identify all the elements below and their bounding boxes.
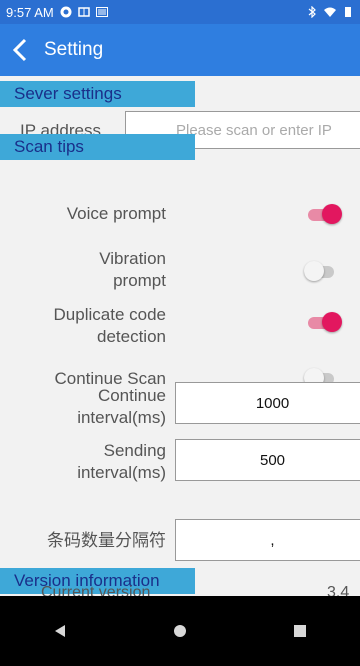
chevron-left-icon	[12, 38, 27, 62]
version-row: Current version 3.4	[0, 584, 360, 596]
vibration-prompt-label-line1: Vibration	[99, 249, 166, 268]
current-version-label: Current version	[41, 584, 151, 596]
status-bar: 9:57 AM	[0, 0, 360, 24]
notification-icon	[77, 7, 90, 17]
continue-interval-label-line1: Continue	[97, 386, 166, 405]
vibration-prompt-label: Vibration prompt	[0, 248, 166, 292]
nav-recents-button[interactable]	[280, 611, 320, 651]
barcode-icon	[95, 7, 108, 17]
sending-interval-label: Sending interval(ms)	[0, 440, 166, 484]
sync-icon	[60, 6, 72, 18]
settings-content[interactable]: Sever settings IP address Please scan or…	[0, 76, 360, 596]
vibration-prompt-label-line2: prompt	[113, 271, 166, 290]
sending-interval-label-line1: Sending	[103, 441, 166, 460]
voice-prompt-toggle[interactable]	[308, 204, 342, 224]
app-bar: Setting	[0, 24, 360, 76]
sending-interval-input[interactable]: 500	[175, 439, 360, 481]
circle-home-icon	[174, 625, 186, 637]
current-version-value: 3.4	[327, 584, 350, 596]
navigation-bar	[0, 596, 360, 666]
status-time: 9:57 AM	[6, 4, 54, 20]
bluetooth-icon	[308, 6, 316, 18]
separator-input[interactable]: ,	[175, 519, 360, 561]
voice-prompt-label: Voice prompt	[66, 204, 166, 223]
nav-back-button[interactable]	[40, 611, 80, 651]
battery-icon	[345, 7, 351, 17]
triangle-back-icon	[55, 625, 65, 637]
ip-address-placeholder: Please scan or enter IP	[176, 121, 332, 139]
duplicate-detection-label-line2: detection	[97, 327, 166, 346]
continue-interval-label-line2: interval(ms)	[77, 408, 166, 427]
continue-interval-label: Continue interval(ms)	[0, 385, 166, 429]
duplicate-detection-label: Duplicate code detection	[0, 304, 166, 348]
section-header-scan: Scan tips	[0, 134, 195, 160]
separator-label: 条码数量分隔符	[47, 531, 166, 550]
vibration-prompt-toggle[interactable]	[304, 261, 338, 281]
square-recents-icon	[294, 625, 306, 637]
nav-home-button[interactable]	[160, 611, 200, 651]
back-button[interactable]	[0, 24, 40, 76]
duplicate-detection-toggle[interactable]	[308, 312, 342, 332]
duplicate-detection-label-line1: Duplicate code	[53, 305, 166, 324]
sending-interval-label-line2: interval(ms)	[77, 463, 166, 482]
page-title: Setting	[44, 39, 104, 60]
section-header-server: Sever settings	[0, 81, 195, 107]
wifi-icon	[324, 7, 336, 17]
continue-interval-input[interactable]: 1000	[175, 382, 360, 424]
